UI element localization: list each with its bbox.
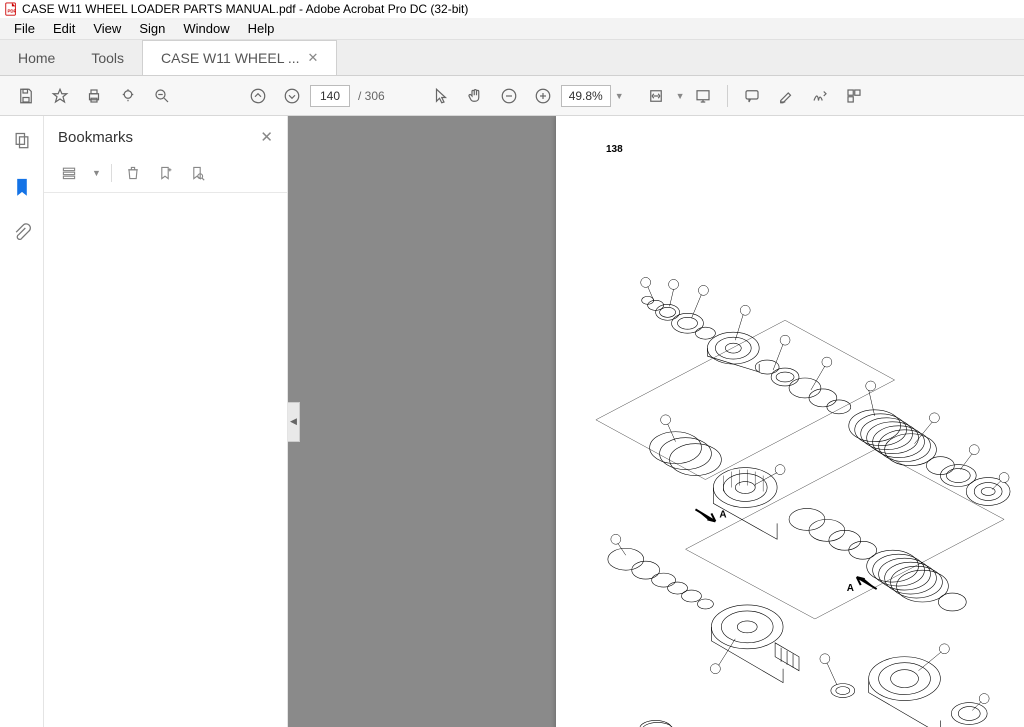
close-panel-icon[interactable]: ✕ bbox=[260, 128, 273, 146]
tab-home-label: Home bbox=[18, 50, 55, 66]
zoom-in-icon[interactable] bbox=[527, 80, 559, 112]
bookmarks-toolbar: ▼ bbox=[44, 158, 287, 193]
tab-tools[interactable]: Tools bbox=[73, 40, 142, 75]
collapse-panel-handle[interactable]: ◀ bbox=[288, 402, 300, 442]
zoom-level-input[interactable] bbox=[561, 85, 611, 107]
menu-bar: File Edit View Sign Window Help bbox=[0, 18, 1024, 40]
document-page: 138 780521 A bbox=[556, 116, 1024, 727]
svg-text:A: A bbox=[719, 509, 726, 520]
tab-tools-label: Tools bbox=[91, 50, 124, 66]
zoom-dropdown-icon[interactable]: ▼ bbox=[615, 91, 624, 101]
svg-text:A: A bbox=[847, 583, 854, 594]
hand-tool-icon[interactable] bbox=[459, 80, 491, 112]
close-tab-icon[interactable]: ✕ bbox=[308, 50, 319, 66]
highlight-icon[interactable] bbox=[770, 80, 802, 112]
document-viewport[interactable]: ◀ 138 780521 A bbox=[288, 116, 1024, 727]
menu-sign[interactable]: Sign bbox=[131, 19, 173, 38]
more-tools-icon[interactable] bbox=[838, 80, 870, 112]
page-number-input[interactable] bbox=[310, 85, 350, 107]
bookmarks-panel-icon[interactable] bbox=[9, 174, 35, 200]
zoom-out-magnifier-icon[interactable] bbox=[146, 80, 178, 112]
read-mode-icon[interactable] bbox=[687, 80, 719, 112]
page-down-icon[interactable] bbox=[276, 80, 308, 112]
find-bookmark-icon[interactable] bbox=[186, 162, 208, 184]
attachments-panel-icon[interactable] bbox=[9, 220, 35, 246]
selection-tool-icon[interactable] bbox=[425, 80, 457, 112]
share-icon[interactable] bbox=[112, 80, 144, 112]
thumbnails-panel-icon[interactable] bbox=[9, 128, 35, 154]
toolbar: / 306 ▼ ▼ bbox=[0, 76, 1024, 116]
page-up-icon[interactable] bbox=[242, 80, 274, 112]
menu-edit[interactable]: Edit bbox=[45, 19, 83, 38]
menu-view[interactable]: View bbox=[85, 19, 129, 38]
delete-bookmark-icon[interactable] bbox=[122, 162, 144, 184]
menu-help[interactable]: Help bbox=[240, 19, 283, 38]
menu-file[interactable]: File bbox=[6, 19, 43, 38]
zoom-out-icon[interactable] bbox=[493, 80, 525, 112]
tab-home[interactable]: Home bbox=[0, 40, 73, 75]
tab-document[interactable]: CASE W11 WHEEL ... ✕ bbox=[142, 40, 337, 75]
bookmarks-panel: Bookmarks ✕ ▼ bbox=[44, 116, 288, 727]
side-rail bbox=[0, 116, 44, 727]
svg-text:PDF: PDF bbox=[8, 9, 17, 14]
main-area: Bookmarks ✕ ▼ ◀ 138 780521 A bbox=[0, 116, 1024, 727]
bookmarks-separator bbox=[111, 164, 112, 182]
bookmark-options-dropdown-icon[interactable]: ▼ bbox=[92, 168, 101, 178]
print-icon[interactable] bbox=[78, 80, 110, 112]
window-title: CASE W11 WHEEL LOADER PARTS MANUAL.pdf -… bbox=[22, 2, 468, 16]
menu-window[interactable]: Window bbox=[175, 19, 237, 38]
sign-icon[interactable] bbox=[804, 80, 836, 112]
save-icon[interactable] bbox=[10, 80, 42, 112]
comment-icon[interactable] bbox=[736, 80, 768, 112]
star-icon[interactable] bbox=[44, 80, 76, 112]
page-total-label: / 306 bbox=[352, 89, 391, 103]
bookmark-options-icon[interactable] bbox=[58, 162, 80, 184]
parts-diagram: A A bbox=[576, 186, 1024, 727]
fit-width-icon[interactable] bbox=[640, 80, 672, 112]
new-bookmark-icon[interactable] bbox=[154, 162, 176, 184]
window-title-bar: PDF CASE W11 WHEEL LOADER PARTS MANUAL.p… bbox=[0, 0, 1024, 18]
bookmarks-title: Bookmarks bbox=[58, 129, 133, 146]
tab-bar: Home Tools CASE W11 WHEEL ... ✕ bbox=[0, 40, 1024, 76]
tab-document-label: CASE W11 WHEEL ... bbox=[161, 50, 299, 66]
toolbar-separator bbox=[727, 85, 728, 107]
pdf-file-icon: PDF bbox=[4, 2, 18, 16]
fit-dropdown-icon[interactable]: ▼ bbox=[676, 91, 685, 101]
page-number-label: 138 bbox=[606, 144, 623, 155]
